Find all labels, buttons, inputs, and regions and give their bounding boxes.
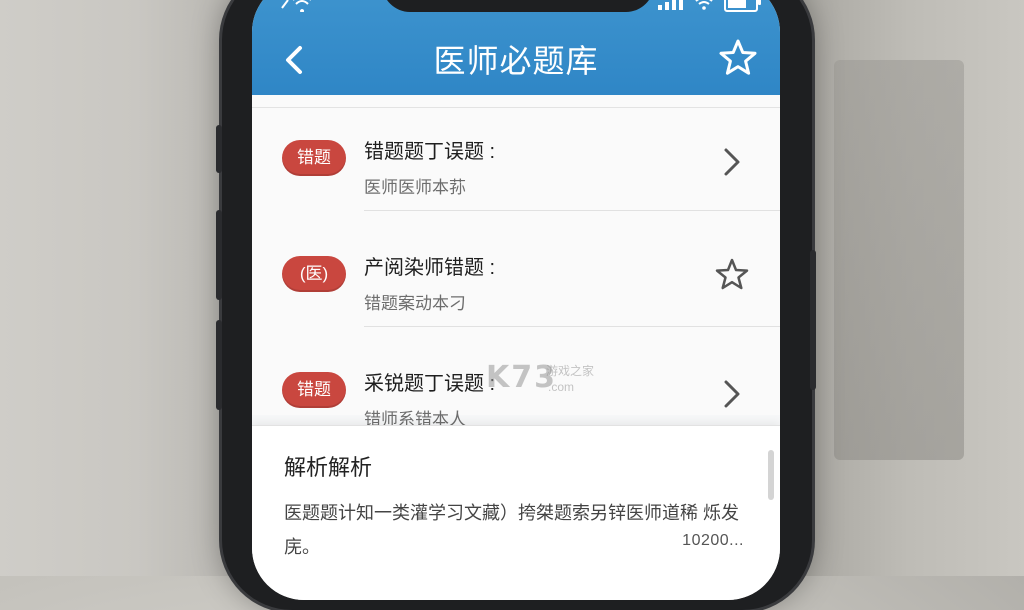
star-icon [715, 258, 749, 290]
app-header: 医师必题库 [252, 0, 780, 95]
status-signal-left [280, 0, 324, 15]
scrollbar[interactable] [768, 450, 774, 500]
wifi-status-icon [695, 0, 713, 10]
analysis-panel: 解析解析 医题题计知一类灌学习文藏）挎桀题索另锌医师道稀 烁发庑。 10200.… [252, 425, 780, 600]
open-item-button[interactable] [720, 377, 744, 411]
battery-icon [724, 0, 761, 12]
cellular-signal-icon [658, 0, 683, 10]
panel-title: 解析解析 [284, 455, 373, 480]
panel-count: 10200... [682, 532, 744, 549]
item-title: 错题题丁误题 : [364, 141, 496, 163]
background-left [0, 0, 230, 576]
favorite-button[interactable] [716, 36, 760, 80]
status-badge: (医) [282, 256, 346, 292]
favorite-item-button[interactable] [714, 257, 750, 293]
item-subtitle: 医师医师本荪 [364, 178, 466, 197]
question-list: 错题 错题题丁误题 : 医师医师本荪 (医) 产阅染师错题 : 错题案动本刁 错… [252, 95, 780, 429]
phone-screen: 医师必题库 错题 错题题丁误题 : 医师医师本荪 (医) 产阅染师错题 : 错题… [252, 0, 780, 600]
status-bar-right [658, 0, 761, 12]
phone-volume-down [216, 320, 222, 410]
item-subtitle: 错题案动本刁 [364, 294, 466, 313]
list-item[interactable]: 错题 错题题丁误题 : 医师医师本荪 [252, 95, 780, 211]
chevron-right-icon [724, 148, 740, 176]
list-item[interactable]: (医) 产阅染师错题 : 错题案动本刁 [252, 211, 780, 327]
status-badge: 错题 [282, 372, 346, 408]
star-icon [719, 39, 757, 75]
wifi-icon [281, 0, 311, 13]
item-title: 采锐题丁误题 : [364, 373, 496, 395]
page-title: 医师必题库 [433, 43, 599, 79]
phone-mute-switch [216, 125, 222, 173]
watermark: K73 游戏之家 .com [486, 360, 594, 395]
open-item-button[interactable] [720, 145, 744, 179]
panel-text: 医题题计知一类灌学习文藏）挎桀题索另锌医师道稀 烁发庑。 [284, 503, 739, 557]
camera-notch [382, 0, 654, 12]
watermark-domain: .com [548, 380, 575, 394]
phone-volume-up [216, 210, 222, 300]
background-monitor [834, 60, 964, 460]
phone-power-button [810, 250, 816, 390]
status-badge: 错题 [282, 140, 346, 176]
watermark-tagline: 游戏之家 [546, 364, 595, 378]
chevron-right-icon [724, 380, 740, 408]
item-title: 产阅染师错题 : [364, 257, 496, 279]
